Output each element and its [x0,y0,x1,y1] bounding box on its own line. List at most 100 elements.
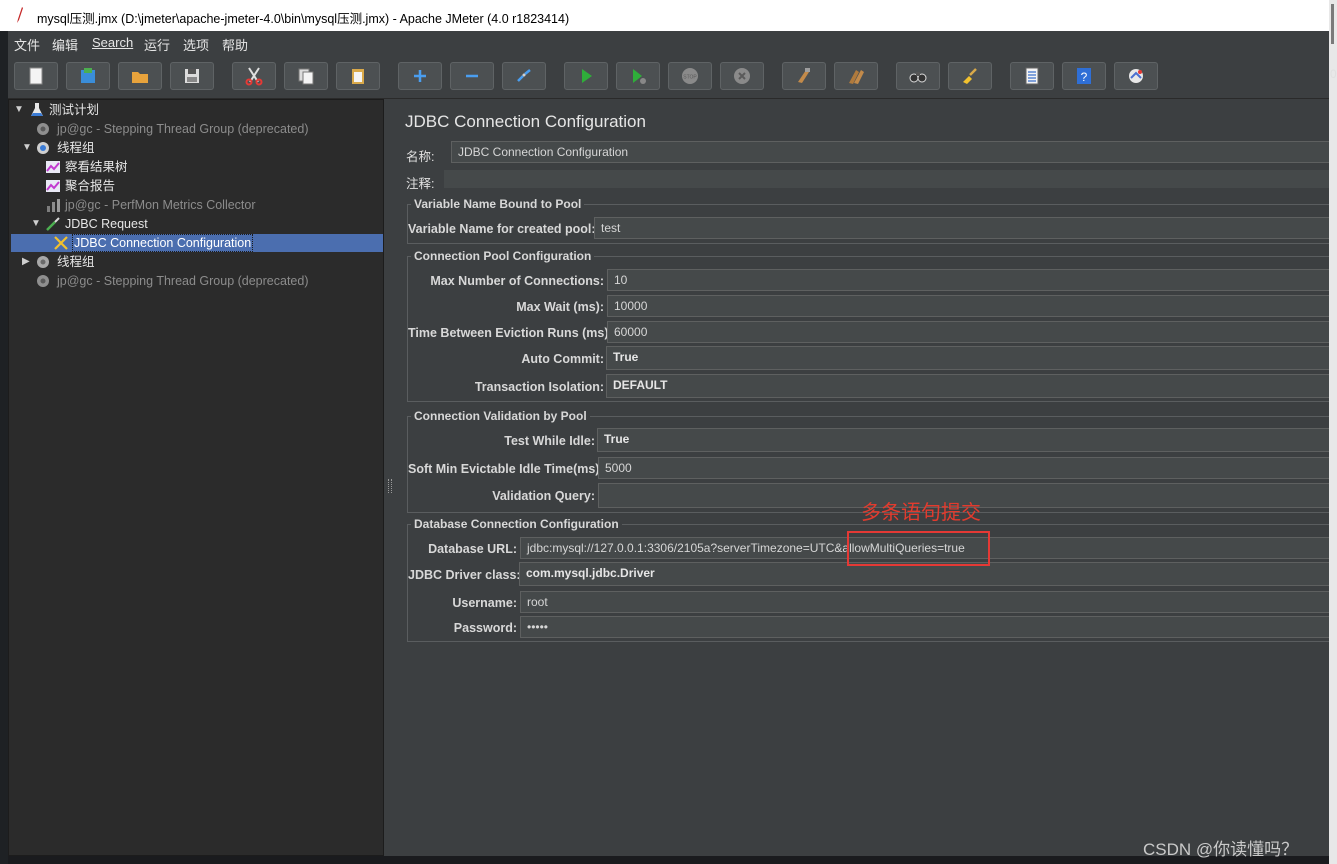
window-edge-scrollbar [1329,0,1337,864]
menu-bar: 文件 编辑 Search 运行 选项 帮助 [8,31,1329,54]
flask-icon [31,103,43,116]
reset-search-button[interactable] [948,62,992,90]
open-button[interactable] [118,62,162,90]
connection-validation-group-title: Connection Validation by Pool [411,409,590,423]
tree-node-thread-group-2[interactable]: ▶ 线程组 [9,253,379,271]
toolbar: STOP ? 0 [8,54,1337,99]
tree-node-test-plan[interactable]: ▼ 测试计划 [9,101,379,119]
remote-icon [1129,69,1143,83]
tree-label: 测试计划 [49,103,100,117]
expand-all-button[interactable] [398,62,442,90]
remote-button[interactable] [1114,62,1158,90]
split-pane-divider[interactable] [384,99,394,856]
tree-toggle[interactable]: ▼ [22,139,32,157]
chart-icon [46,180,60,192]
clear-button[interactable] [782,62,826,90]
cut-icon [245,67,263,86]
tree-node-jdbc-connection-configuration[interactable]: JDBC Connection Configuration [9,234,379,252]
toggle-icon [517,69,531,82]
function-helper-button[interactable] [1010,62,1054,90]
window-left-edge [0,31,8,864]
clear-all-button[interactable] [834,62,878,90]
window-title-bar: mysql压测.jmx (D:\jmeter\apache-jmeter-4.0… [0,0,1329,31]
pool-variable-group-title: Variable Name Bound to Pool [411,197,585,211]
shutdown-button[interactable] [720,62,764,90]
database-connection-group-title: Database Connection Configuration [411,517,622,531]
tree-node-stepping-thread-group-2[interactable]: jp@gc - Stepping Thread Group (deprecate… [9,272,379,290]
max-wait-label: Max Wait (ms): [516,300,604,314]
username-field[interactable]: root [520,591,1329,613]
test-while-idle-select[interactable]: True [597,428,1329,452]
soft-min-idle-field[interactable]: 5000 [598,457,1329,479]
test-plan-tree[interactable]: ▼ 测试计划 jp@gc - Stepping Thread Group (de… [8,99,384,856]
gear-icon [37,123,49,135]
paste-button[interactable] [336,62,380,90]
password-field[interactable]: ••••• [520,616,1329,638]
pool-variable-field[interactable]: test [594,217,1329,239]
menu-help[interactable]: 帮助 [222,35,248,54]
tree-toggle[interactable]: ▼ [31,215,41,233]
reset-search-icon [963,68,977,84]
password-label: Password: [453,621,517,635]
new-button[interactable] [14,62,58,90]
search-icon [909,72,927,83]
max-connections-field[interactable]: 10 [607,269,1329,291]
stop-icon: STOP [682,68,698,84]
collapse-all-button[interactable] [450,62,494,90]
clear-icon [798,68,810,83]
menu-file[interactable]: 文件 [14,35,40,54]
clear-all-icon [849,70,864,84]
start-button[interactable] [564,62,608,90]
gear-icon [37,275,49,287]
help-button[interactable]: ? [1062,62,1106,90]
transaction-isolation-select[interactable]: DEFAULT [606,374,1329,398]
menu-options[interactable]: 选项 [183,35,209,54]
tree-node-stepping-thread-group-1[interactable]: jp@gc - Stepping Thread Group (deprecate… [9,120,379,138]
tree-node-aggregate-report[interactable]: 聚合报告 [9,177,379,195]
name-field[interactable]: JDBC Connection Configuration [451,141,1329,163]
svg-text:?: ? [1081,70,1088,84]
start-no-pause-icon [633,69,646,84]
desktop-background-strip [8,856,1329,864]
cut-button[interactable] [232,62,276,90]
tree-label: jp@gc - Stepping Thread Group (deprecate… [57,122,309,136]
tree-label: jp@gc - Stepping Thread Group (deprecate… [57,274,309,288]
comment-label: 注释: [406,177,435,191]
annotation-highlight-box [847,531,990,566]
tree-node-perfmon-collector[interactable]: jp@gc - PerfMon Metrics Collector [9,196,379,214]
tree-label: JDBC Connection Configuration [72,234,254,252]
menu-search[interactable]: Search [92,35,133,50]
database-url-label: Database URL: [428,542,517,556]
menu-run[interactable]: 运行 [144,35,170,54]
tree-toggle[interactable]: ▶ [22,253,30,271]
jdbc-driver-label: JDBC Driver class: [408,568,521,582]
save-button[interactable] [170,62,214,90]
stop-button[interactable]: STOP [668,62,712,90]
tree-toggle[interactable]: ▼ [14,101,24,119]
auto-commit-select[interactable]: True [606,346,1329,370]
test-while-idle-label: Test While Idle: [504,434,595,448]
transaction-isolation-label: Transaction Isolation: [474,380,604,394]
connection-pool-group-title: Connection Pool Configuration [411,249,595,263]
copy-button[interactable] [284,62,328,90]
menu-edit[interactable]: 编辑 [52,35,78,54]
pipette-icon [46,217,60,231]
search-button[interactable] [896,62,940,90]
username-label: Username: [452,596,517,610]
page-title: JDBC Connection Configuration [405,112,646,131]
tree-node-thread-group-1[interactable]: ▼ 线程组 [9,139,379,157]
toggle-button[interactable] [502,62,546,90]
tree-node-jdbc-request[interactable]: ▼ JDBC Request [9,215,379,233]
save-icon [185,69,199,83]
templates-button[interactable] [66,62,110,90]
start-no-pause-button[interactable] [616,62,660,90]
eviction-runs-field[interactable]: 60000 [607,321,1329,343]
start-icon [582,69,592,83]
annotation-label: 多条语句提交 [861,502,981,524]
tree-node-view-results-tree[interactable]: 察看结果树 [9,158,379,176]
comment-field[interactable] [444,170,1329,188]
paste-icon [352,69,364,84]
max-wait-field[interactable]: 10000 [607,295,1329,317]
config-tools-icon [54,236,68,250]
chart-icon [46,161,60,173]
